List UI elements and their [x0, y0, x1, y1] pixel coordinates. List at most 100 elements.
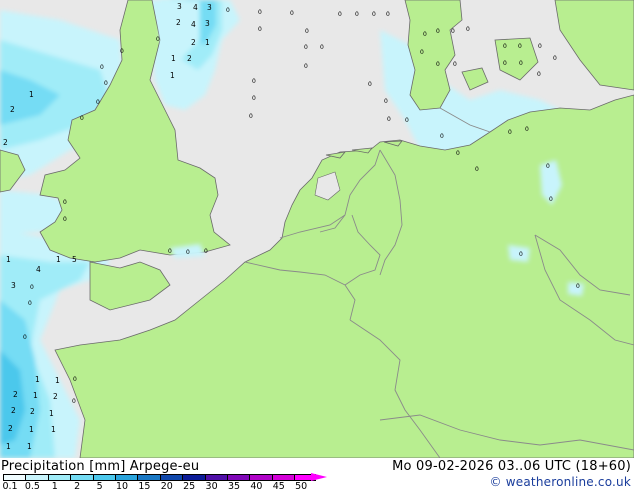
svg-text:0: 0 [226, 7, 230, 14]
rain-label: 1 [29, 90, 34, 99]
svg-text:0: 0 [355, 11, 359, 18]
scale-tick-label: 5 [96, 481, 103, 492]
scale-tick-label: 10 [115, 481, 129, 492]
rain-label: 2 [3, 138, 8, 147]
svg-text:0: 0 [519, 60, 523, 67]
svg-text:0: 0 [258, 9, 262, 16]
rain-label: 3 [177, 2, 182, 11]
svg-text:0: 0 [423, 31, 427, 38]
svg-text:0: 0 [30, 284, 34, 291]
scale-tick-label: 50 [295, 481, 308, 492]
svg-text:0: 0 [508, 129, 512, 136]
scale-swatch [249, 474, 272, 481]
svg-text:0: 0 [503, 60, 507, 67]
svg-text:0: 0 [420, 49, 424, 56]
scale-tick-label: 35 [227, 481, 241, 492]
rain-label: 1 [29, 425, 34, 434]
rain-label: 4 [36, 265, 41, 274]
scale-swatch [182, 474, 205, 481]
svg-text:0: 0 [23, 334, 27, 341]
svg-text:0: 0 [436, 28, 440, 35]
rain-label: 3 [11, 281, 16, 290]
rain-label: 2 [8, 424, 13, 433]
rain-label: 5 [72, 255, 77, 264]
scale-swatch [226, 474, 250, 481]
svg-text:0: 0 [290, 10, 294, 17]
svg-text:0: 0 [372, 11, 376, 18]
scale-tick-label: 1 [51, 481, 58, 492]
precipitation-color-scale [3, 474, 317, 481]
svg-text:0: 0 [525, 126, 529, 133]
rain-label: 1 [27, 442, 32, 451]
svg-text:0: 0 [63, 199, 67, 206]
svg-text:0: 0 [576, 283, 580, 290]
scale-tick-label: 45 [272, 481, 285, 492]
scale-tick-label: 0.1 [2, 481, 18, 492]
svg-text:0: 0 [100, 64, 104, 71]
svg-text:0: 0 [304, 44, 308, 51]
valid-time: Mo 09-02-2026 03..06 UTC (18+60) [392, 459, 631, 474]
scale-tick-label: 15 [138, 481, 151, 492]
svg-text:0: 0 [538, 43, 542, 50]
rain-label: 1 [35, 375, 40, 384]
rain-label: 1 [33, 391, 38, 400]
rain-label: 1 [205, 38, 210, 47]
svg-text:0: 0 [549, 196, 553, 203]
svg-text:0: 0 [387, 116, 391, 123]
rain-label: 1 [170, 71, 175, 80]
svg-text:0: 0 [546, 163, 550, 170]
svg-text:0: 0 [386, 11, 390, 18]
rain-label: 2 [30, 407, 35, 416]
svg-text:0: 0 [456, 150, 460, 157]
map-title: Precipitation [mm] Arpege-eu [1, 459, 200, 474]
svg-text:0: 0 [405, 117, 409, 124]
svg-text:0: 0 [258, 26, 262, 33]
rain-label: 2 [53, 392, 58, 401]
svg-text:0: 0 [440, 133, 444, 140]
rain-label: 1 [6, 442, 11, 451]
svg-text:0: 0 [204, 248, 208, 255]
svg-text:0: 0 [320, 44, 324, 51]
scale-swatch [114, 474, 138, 481]
rain-label: 1 [51, 425, 56, 434]
precipitation-map: 3 4 3 2 4 3 2 1 1 2 1 1 2 2 1 1 5 4 3 2 … [0, 0, 634, 459]
scale-swatch [137, 474, 160, 481]
svg-text:0: 0 [168, 248, 172, 255]
svg-text:0: 0 [80, 115, 84, 122]
svg-text:0: 0 [120, 48, 124, 55]
scale-tick-label: 2 [74, 481, 81, 492]
svg-text:0: 0 [28, 300, 32, 307]
svg-text:0: 0 [305, 28, 309, 35]
svg-text:0: 0 [436, 61, 440, 68]
rain-label: 4 [191, 20, 196, 29]
svg-text:0: 0 [503, 43, 507, 50]
scale-tick-label: 25 [183, 481, 196, 492]
rain-label: 1 [49, 409, 54, 418]
svg-text:0: 0 [466, 26, 470, 33]
scale-swatch [159, 474, 183, 481]
scale-tick-label: 30 [205, 481, 218, 492]
svg-text:0: 0 [72, 398, 76, 405]
svg-text:0: 0 [73, 376, 77, 383]
svg-text:0: 0 [249, 113, 253, 120]
rain-label: 2 [176, 18, 181, 27]
scale-swatch [204, 474, 227, 481]
scale-tick-label: 0.5 [24, 481, 40, 492]
scale-swatch [25, 474, 48, 481]
rain-label: 1 [171, 54, 176, 63]
map-footer: Precipitation [mm] Arpege-eu Mo 09-02-20… [0, 458, 634, 492]
svg-text:0: 0 [475, 166, 479, 173]
svg-text:0: 0 [252, 78, 256, 85]
rain-label: 3 [205, 19, 210, 28]
svg-text:0: 0 [519, 251, 523, 258]
svg-text:0: 0 [186, 249, 190, 256]
scale-tick-label: 40 [250, 481, 263, 492]
scale-arrow [311, 473, 327, 481]
credit-link[interactable]: © weatheronline.co.uk [490, 475, 631, 489]
rain-label: 4 [193, 3, 198, 12]
scale-swatch [47, 474, 71, 481]
rain-label: 3 [207, 3, 212, 12]
svg-text:0: 0 [368, 81, 372, 88]
scale-swatch [3, 474, 26, 481]
svg-text:0: 0 [104, 80, 108, 87]
